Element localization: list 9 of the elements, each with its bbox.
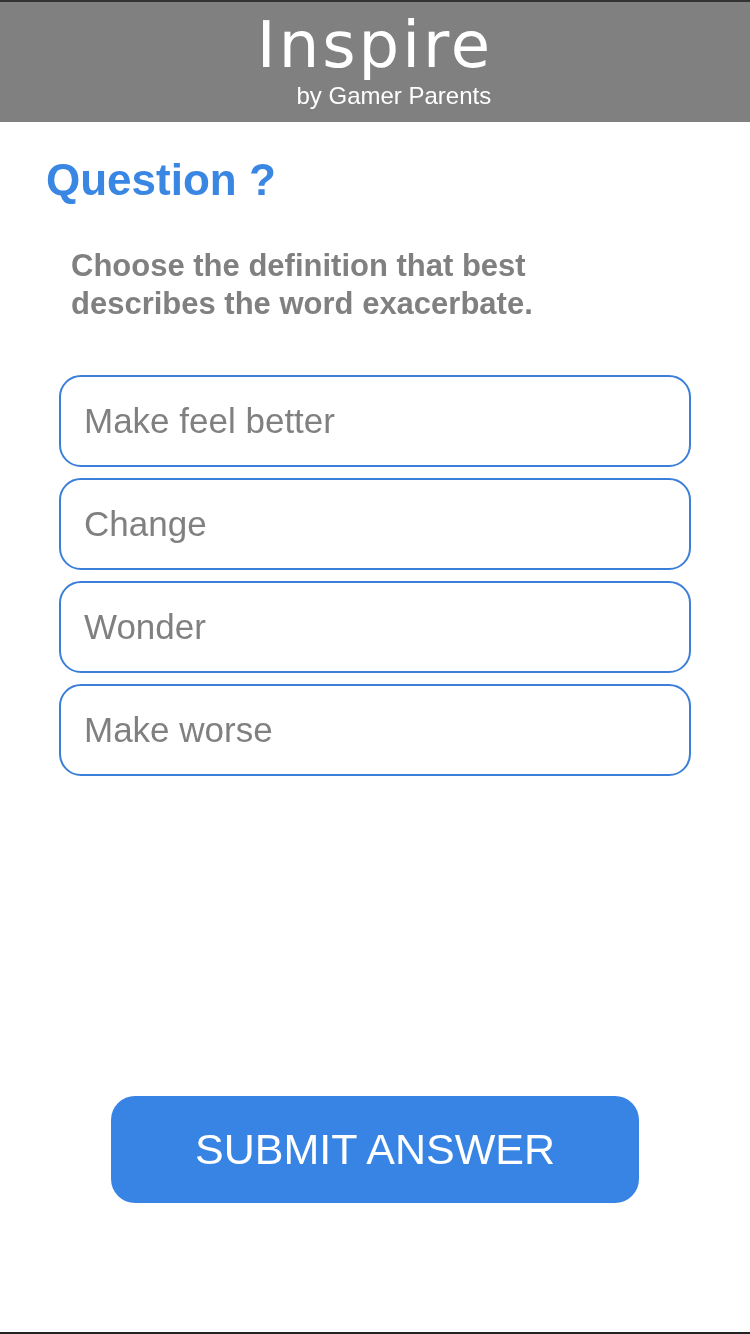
answer-option[interactable]: Make feel better bbox=[59, 374, 691, 467]
question-prompt: Choose the definition that best describes the word exacerbate. bbox=[71, 246, 534, 323]
answer-option[interactable]: Make worse bbox=[59, 683, 691, 776]
answer-option[interactable]: Change bbox=[59, 477, 691, 570]
question-title: Question ? bbox=[46, 154, 276, 206]
submit-button[interactable]: SUBMIT ANSWER bbox=[111, 1095, 639, 1203]
logo-tagline: by Gamer Parents bbox=[296, 82, 492, 110]
app-logo: Inspire bbox=[256, 8, 494, 82]
answer-option[interactable]: Wonder bbox=[59, 580, 691, 673]
